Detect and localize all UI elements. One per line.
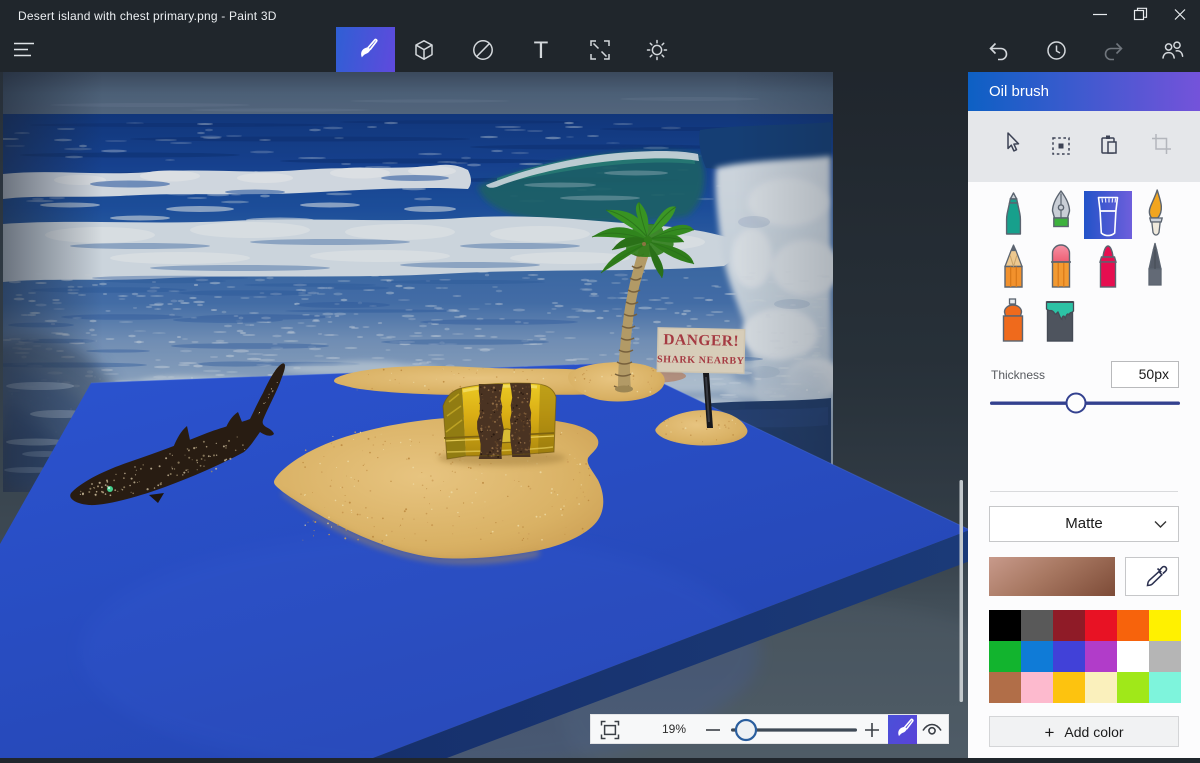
svg-text:DANGER!: DANGER! bbox=[663, 331, 739, 350]
svg-text:SHARK NEARBY: SHARK NEARBY bbox=[657, 354, 745, 367]
svg-text:T: T bbox=[534, 37, 549, 63]
